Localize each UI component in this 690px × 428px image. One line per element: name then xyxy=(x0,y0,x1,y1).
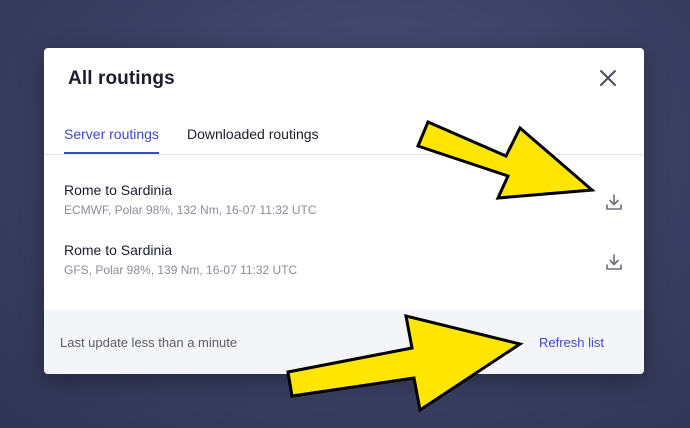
download-icon xyxy=(606,194,622,210)
close-button[interactable] xyxy=(596,66,620,90)
routings-dialog: All routings Server routings Downloaded … xyxy=(44,48,644,374)
dialog-title: All routings xyxy=(68,68,175,89)
list-item[interactable]: Rome to Sardinia ECMWF, Polar 98%, 132 N… xyxy=(64,182,624,222)
route-name: Rome to Sardinia xyxy=(64,182,173,198)
download-button[interactable] xyxy=(604,252,624,272)
dialog-footer: Last update less than a minute Refresh l… xyxy=(44,310,644,374)
tab-server-routings[interactable]: Server routings xyxy=(64,126,159,154)
route-name: Rome to Sardinia xyxy=(64,242,173,258)
route-meta: GFS, Polar 98%, 139 Nm, 16-07 11:32 UTC xyxy=(64,263,298,277)
refresh-list-link[interactable]: Refresh list xyxy=(539,335,604,350)
download-icon xyxy=(606,254,622,270)
download-button[interactable] xyxy=(604,192,624,212)
tab-bar: Server routings Downloaded routings xyxy=(44,126,644,155)
route-meta: ECMWF, Polar 98%, 132 Nm, 16-07 11:32 UT… xyxy=(64,203,317,217)
tab-downloaded-routings[interactable]: Downloaded routings xyxy=(187,126,319,153)
list-item[interactable]: Rome to Sardinia GFS, Polar 98%, 139 Nm,… xyxy=(64,242,624,282)
last-update-status: Last update less than a minute xyxy=(60,335,238,350)
close-icon xyxy=(600,70,616,86)
